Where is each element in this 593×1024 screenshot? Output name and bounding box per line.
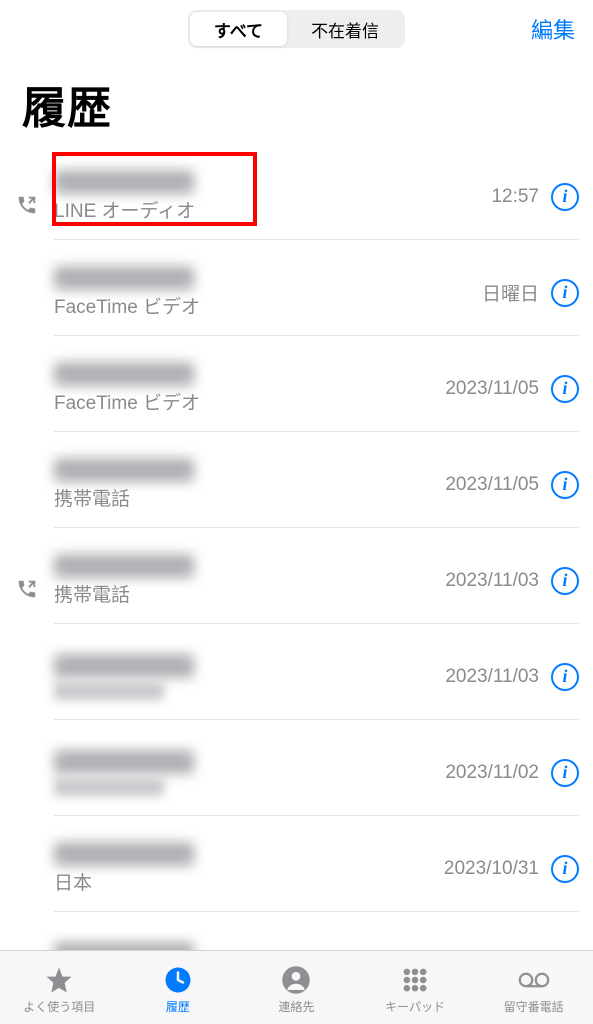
- caller-name: [54, 266, 194, 290]
- tab-label: よく使う項目: [23, 998, 95, 1015]
- info-button[interactable]: i: [551, 567, 579, 595]
- caller-name: [54, 554, 194, 578]
- call-type: FaceTime ビデオ: [54, 388, 445, 415]
- caller-name: [54, 750, 194, 774]
- info-button[interactable]: i: [551, 759, 579, 787]
- info-button[interactable]: i: [551, 471, 579, 499]
- call-row-content: FaceTime ビデオ日曜日 i: [54, 260, 579, 336]
- outgoing-call-icon: [0, 679, 54, 685]
- call-time: 2023/11/05: [445, 474, 539, 496]
- keypad-icon: [399, 964, 431, 996]
- call-row-content: 日本2023/10/31 i: [54, 836, 579, 912]
- call-text: 日本: [54, 842, 444, 895]
- caller-name: [54, 842, 194, 866]
- caller-name: [54, 654, 194, 678]
- tab-favorites[interactable]: よく使う項目: [0, 964, 119, 1015]
- tab-label: 履歴: [166, 998, 190, 1015]
- tab-contacts[interactable]: 連絡先: [237, 964, 356, 1015]
- call-row-content: 2023/11/03 i: [54, 644, 579, 720]
- info-button[interactable]: i: [551, 375, 579, 403]
- caller-name: [54, 170, 194, 194]
- call-time: 2023/11/03: [445, 570, 539, 592]
- outgoing-call-icon: [0, 487, 54, 493]
- call-type: 携帯電話: [54, 580, 445, 607]
- outgoing-call-icon: [0, 871, 54, 877]
- call-text: FaceTime ビデオ: [54, 362, 445, 415]
- call-row-content: 携帯電話2023/11/05 i: [54, 452, 579, 528]
- call-text: LINE オーディオ: [54, 170, 491, 223]
- outgoing-call-icon: [0, 295, 54, 301]
- tab-label: 留守番電話: [504, 998, 564, 1015]
- call-time: 12:57: [491, 186, 539, 208]
- segment-all[interactable]: すべて: [190, 12, 287, 46]
- call-row[interactable]: 2023/11/02 i: [0, 730, 593, 826]
- tab-label: キーパッド: [385, 998, 445, 1015]
- call-row[interactable]: 携帯電話2023/11/05 i: [0, 442, 593, 538]
- call-type: [54, 778, 164, 796]
- header: すべて 不在着信 編集: [0, 0, 593, 58]
- call-time: 2023/11/05: [445, 378, 539, 400]
- info-button[interactable]: i: [551, 855, 579, 883]
- call-text: [54, 750, 445, 796]
- outgoing-call-icon: [0, 572, 54, 600]
- edit-button[interactable]: 編集: [531, 13, 575, 45]
- tab-label: 連絡先: [278, 998, 314, 1015]
- segmented-control: すべて 不在着信: [188, 10, 405, 48]
- call-row-content: LINE オーディオ12:57 i: [54, 164, 579, 240]
- call-type: 日本: [54, 868, 444, 895]
- outgoing-call-icon: [0, 775, 54, 781]
- info-button[interactable]: i: [551, 183, 579, 211]
- call-time: 日曜日: [482, 279, 539, 306]
- call-row-content: 2023/11/02 i: [54, 740, 579, 816]
- call-text: FaceTime ビデオ: [54, 266, 482, 319]
- voicemail-icon: [518, 964, 550, 996]
- call-type: LINE オーディオ: [54, 196, 491, 223]
- call-time: 2023/11/03: [445, 666, 539, 688]
- call-row[interactable]: 2023/11/03 i: [0, 634, 593, 730]
- call-row[interactable]: FaceTime ビデオ2023/11/05 i: [0, 346, 593, 442]
- caller-name: [54, 362, 194, 386]
- call-row-content: FaceTime ビデオ2023/11/05 i: [54, 356, 579, 432]
- call-time: 2023/11/02: [445, 762, 539, 784]
- tab-voicemail[interactable]: 留守番電話: [474, 964, 593, 1015]
- outgoing-call-icon: [0, 391, 54, 397]
- tab-keypad[interactable]: キーパッド: [356, 964, 475, 1015]
- person-icon: [280, 964, 312, 996]
- call-type: FaceTime ビデオ: [54, 292, 482, 319]
- call-row[interactable]: 日本2023/10/31 i: [0, 826, 593, 922]
- call-row-content: 携帯電話2023/11/03 i: [54, 548, 579, 624]
- info-button[interactable]: i: [551, 279, 579, 307]
- star-icon: [43, 964, 75, 996]
- call-type: 携帯電話: [54, 484, 445, 511]
- call-text: [54, 654, 445, 700]
- call-time: 2023/10/31: [444, 858, 539, 880]
- page-title: 履歴: [0, 58, 593, 154]
- tab-recents[interactable]: 履歴: [119, 964, 238, 1015]
- call-type: [54, 682, 164, 700]
- call-row[interactable]: LINE オーディオ12:57 i: [0, 154, 593, 250]
- caller-name: [54, 458, 194, 482]
- tab-bar: よく使う項目 履歴 連絡先 キーパッド 留守番電話: [0, 950, 593, 1024]
- info-button[interactable]: i: [551, 663, 579, 691]
- call-row[interactable]: FaceTime ビデオ日曜日 i: [0, 250, 593, 346]
- call-text: 携帯電話: [54, 554, 445, 607]
- call-row[interactable]: 携帯電話2023/11/03 i: [0, 538, 593, 634]
- call-text: 携帯電話: [54, 458, 445, 511]
- outgoing-call-icon: [0, 188, 54, 216]
- segment-missed[interactable]: 不在着信: [287, 12, 403, 46]
- call-list: LINE オーディオ12:57iFaceTime ビデオ日曜日iFaceTime…: [0, 154, 593, 1018]
- clock-icon: [162, 964, 194, 996]
